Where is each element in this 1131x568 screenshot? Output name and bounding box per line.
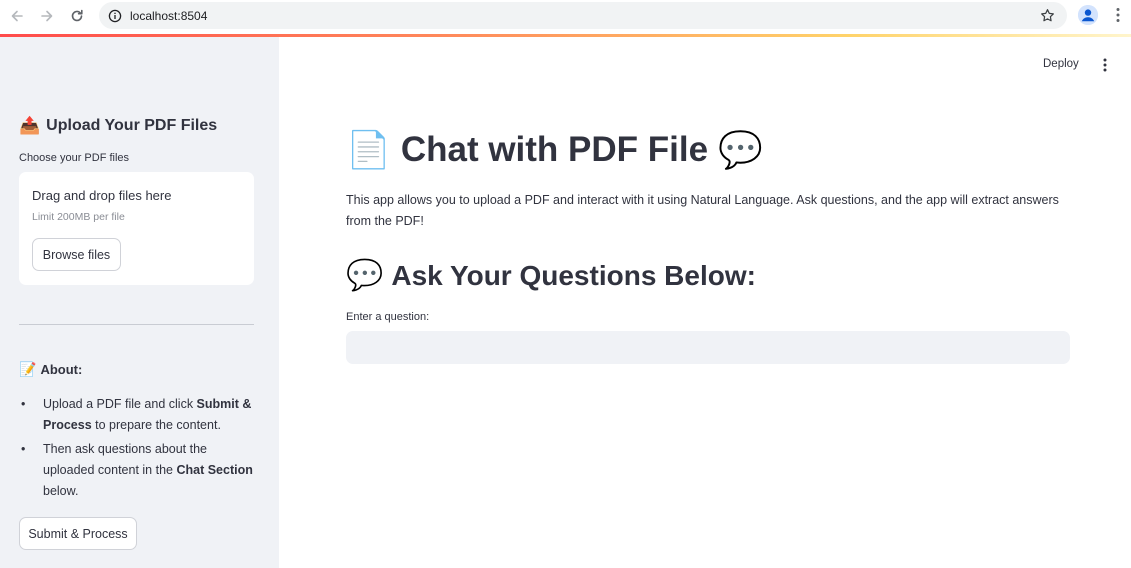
list-item: Upload a PDF file and click Submit & Pro… [19, 394, 259, 436]
dropzone-limit: Limit 200MB per file [32, 211, 125, 223]
site-info-icon[interactable] [108, 9, 122, 23]
page-facing-up-icon: 📄 [346, 129, 391, 170]
speech-balloon-icon: 💬 [346, 259, 384, 292]
questions-heading-text: Ask Your Questions Below: [391, 259, 756, 291]
main-menu-icon[interactable] [1099, 57, 1111, 73]
outbox-tray-icon: 📤 [19, 116, 41, 135]
file-uploader-label: Choose your PDF files [19, 152, 130, 164]
memo-icon: 📝 [19, 361, 37, 377]
intro-text: This app allows you to upload a PDF and … [346, 193, 1059, 228]
upload-heading-text: Upload Your PDF Files [46, 117, 218, 134]
about-item-text: to prepare the content. [91, 418, 221, 432]
address-bar[interactable]: localhost:8504 [99, 2, 1067, 29]
question-label: Enter a question: [346, 311, 430, 323]
bookmark-star-icon[interactable] [1040, 8, 1055, 23]
upload-heading: 📤 Upload Your PDF Files [19, 116, 217, 136]
about-item-text: Upload a PDF file and click [43, 397, 197, 411]
about-heading: 📝 About: [19, 361, 82, 378]
dropzone-title: Drag and drop files here [32, 188, 172, 203]
browse-files-button[interactable]: Browse files [32, 238, 121, 271]
reload-icon[interactable] [62, 1, 92, 31]
about-list: Upload a PDF file and click Submit & Pro… [19, 394, 259, 505]
file-dropzone[interactable]: Drag and drop files here Limit 200MB per… [19, 172, 254, 285]
about-item-text: below. [43, 484, 79, 498]
sidebar: 📤 Upload Your PDF Files Choose your PDF … [0, 37, 279, 568]
url-text[interactable]: localhost:8504 [130, 9, 207, 23]
speech-balloon-icon: 💬 [718, 129, 763, 170]
submit-process-button[interactable]: Submit & Process [19, 517, 137, 550]
list-item: Then ask questions about the uploaded co… [19, 439, 259, 502]
back-icon[interactable] [2, 1, 32, 31]
page-title-text: Chat with PDF File [400, 130, 709, 169]
browser-toolbar: localhost:8504 [0, 0, 1131, 32]
question-input[interactable] [346, 331, 1070, 364]
questions-heading: 💬 Ask Your Questions Below: [346, 258, 756, 293]
deploy-button[interactable]: Deploy [1043, 58, 1079, 70]
about-item-bold: Chat Section [176, 463, 253, 477]
sidebar-divider [19, 324, 254, 325]
page-title: 📄 Chat with PDF File 💬 [346, 129, 763, 171]
profile-icon[interactable] [1078, 5, 1098, 25]
forward-icon[interactable] [32, 1, 62, 31]
browser-menu-icon[interactable] [1110, 6, 1126, 24]
about-heading-text: About: [40, 362, 83, 377]
